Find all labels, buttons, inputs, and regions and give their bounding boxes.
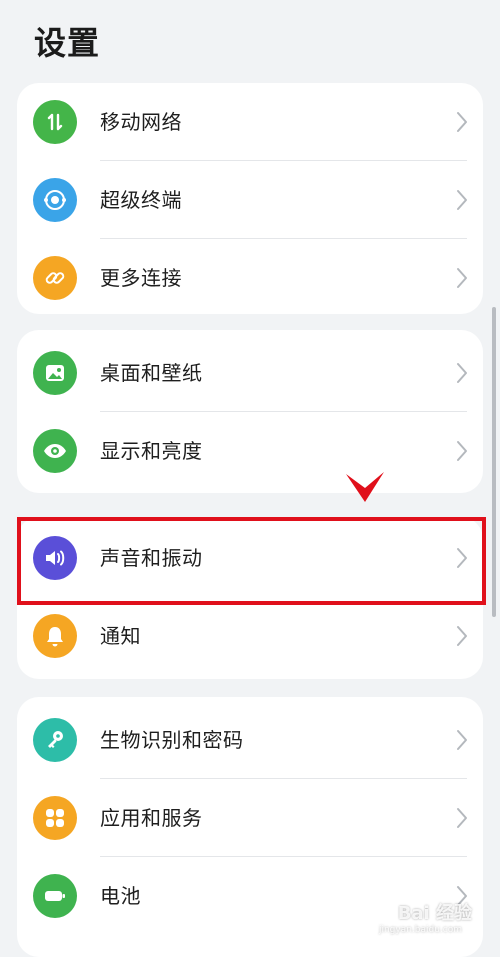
settings-item-apps-services[interactable]: 应用和服务 — [17, 779, 483, 857]
wallpaper-icon — [33, 351, 77, 395]
settings-item-label: 更多连接 — [100, 266, 182, 290]
chevron-right-icon — [457, 268, 467, 288]
settings-item-label: 应用和服务 — [100, 806, 203, 830]
eye-icon — [33, 429, 77, 473]
scrollbar[interactable] — [492, 307, 496, 617]
settings-item-label: 桌面和壁纸 — [100, 361, 203, 385]
settings-item-sound-vibration[interactable]: 声音和振动 — [17, 519, 483, 597]
chevron-right-icon — [457, 363, 467, 383]
key-icon — [33, 718, 77, 762]
settings-item-super-device[interactable]: 超级终端 — [17, 161, 483, 239]
settings-item-label: 声音和振动 — [100, 546, 203, 570]
super-device-icon — [33, 178, 77, 222]
battery-icon — [33, 874, 77, 918]
bell-icon — [33, 614, 77, 658]
settings-item-label: 电池 — [100, 884, 141, 908]
mobile-data-icon — [33, 100, 77, 144]
apps-icon — [33, 796, 77, 840]
settings-item-more-connections[interactable]: 更多连接 — [17, 239, 483, 314]
chevron-right-icon — [457, 730, 467, 750]
chevron-right-icon — [457, 626, 467, 646]
watermark-url: jingyan.baidu.com — [378, 925, 462, 935]
chevron-right-icon — [457, 112, 467, 132]
annotation-arrow-icon — [346, 472, 384, 502]
settings-item-biometrics-password[interactable]: 生物识别和密码 — [17, 701, 483, 779]
watermark-logo: Bai 经验 — [397, 903, 472, 924]
settings-group-sound-notification: 声音和振动 通知 — [17, 517, 483, 679]
settings-item-label: 通知 — [100, 624, 141, 648]
settings-item-notifications[interactable]: 通知 — [17, 597, 483, 675]
settings-item-label: 生物识别和密码 — [100, 728, 244, 752]
settings-item-display-brightness[interactable]: 显示和亮度 — [17, 412, 483, 490]
settings-group-display: 桌面和壁纸 显示和亮度 — [17, 330, 483, 493]
settings-item-mobile-network[interactable]: 移动网络 — [17, 83, 483, 161]
chevron-right-icon — [457, 190, 467, 210]
settings-item-wallpaper[interactable]: 桌面和壁纸 — [17, 334, 483, 412]
page-title: 设置 — [34, 24, 101, 62]
settings-item-label: 显示和亮度 — [100, 439, 203, 463]
sound-icon — [33, 536, 77, 580]
chevron-right-icon — [457, 808, 467, 828]
settings-item-label: 超级终端 — [100, 188, 182, 212]
chevron-right-icon — [457, 548, 467, 568]
settings-item-label: 移动网络 — [100, 110, 182, 134]
link-icon — [33, 256, 77, 300]
chevron-right-icon — [457, 441, 467, 461]
settings-group-connectivity: 移动网络 超级终端 更多连接 — [17, 83, 483, 314]
